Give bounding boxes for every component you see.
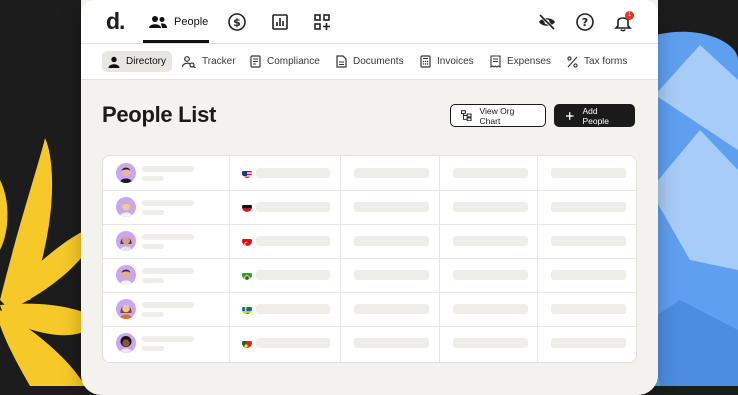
cell-placeholder: [551, 270, 626, 280]
table-row[interactable]: [103, 224, 636, 259]
avatar: [116, 265, 136, 285]
subnav-item-tax-forms[interactable]: Tax forms: [561, 51, 633, 72]
brazil-flag-icon: [242, 270, 252, 280]
subnav-label: Expenses: [507, 56, 551, 67]
cell-placeholder: [551, 202, 626, 212]
subtitle-placeholder: [142, 278, 164, 283]
people-table: [102, 155, 637, 363]
cell-placeholder: [551, 338, 626, 348]
svg-text:?: ?: [582, 16, 588, 29]
subnav-item-expenses[interactable]: Expenses: [484, 51, 557, 72]
percent-icon: [567, 56, 578, 68]
cell-placeholder: [354, 270, 429, 280]
cell-placeholder: [354, 236, 429, 246]
app-window: d. People $: [81, 0, 658, 395]
cell-placeholder: [354, 168, 429, 178]
name-placeholder: [142, 336, 194, 342]
svg-text:$: $: [233, 16, 241, 29]
turkey-flag-icon: [242, 236, 252, 246]
cell-placeholder: [453, 338, 528, 348]
dollar-circle-icon[interactable]: $: [227, 12, 247, 32]
subnav-label: Tax forms: [584, 56, 627, 67]
subnav-label: Directory: [126, 56, 166, 67]
name-placeholder: [142, 302, 194, 308]
bar-chart-icon[interactable]: [270, 12, 290, 32]
nav-item-label: People: [174, 16, 208, 28]
portugal-flag-icon: [242, 338, 252, 348]
table-row[interactable]: [103, 190, 636, 225]
people-icon: [149, 15, 167, 29]
table-row[interactable]: [103, 292, 636, 327]
cell-placeholder: [354, 304, 429, 314]
org-chart-icon: [461, 110, 472, 121]
table-row[interactable]: [103, 326, 636, 360]
view-org-chart-button[interactable]: View Org Chart: [450, 104, 546, 127]
subnav-item-compliance[interactable]: Compliance: [244, 51, 326, 72]
cell-placeholder: [551, 304, 626, 314]
cell-placeholder: [453, 236, 528, 246]
subtitle-placeholder: [142, 346, 164, 351]
malawi-flag-icon: [242, 202, 252, 212]
logo[interactable]: d.: [106, 8, 124, 35]
subtitle-placeholder: [142, 210, 164, 215]
cell-placeholder: [453, 168, 528, 178]
cell-placeholder: [453, 270, 528, 280]
top-navigation: d. People $: [81, 0, 658, 44]
avatar: [116, 299, 136, 319]
subnav-item-directory[interactable]: Directory: [102, 51, 172, 72]
subnav-label: Documents: [353, 56, 404, 67]
person-icon: [108, 56, 120, 68]
cell-placeholder: [256, 202, 330, 212]
apps-grid-icon[interactable]: [312, 12, 332, 32]
subnav-item-documents[interactable]: Documents: [330, 51, 410, 72]
avatar: [116, 197, 136, 217]
name-placeholder: [142, 268, 194, 274]
subtitle-placeholder: [142, 312, 164, 317]
cell-placeholder: [256, 304, 330, 314]
active-tab-indicator: [143, 40, 209, 43]
button-label: Add People: [582, 106, 624, 126]
document-icon: [336, 55, 347, 68]
cell-placeholder: [256, 236, 330, 246]
document-check-icon: [250, 55, 261, 68]
subnav-item-invoices[interactable]: Invoices: [414, 51, 480, 72]
cell-placeholder: [256, 338, 330, 348]
notification-badge: 1: [625, 11, 634, 20]
cell-placeholder: [256, 270, 330, 280]
avatar: [116, 333, 136, 353]
sub-navigation: Directory Tracker Compliance: [81, 44, 658, 80]
table-row[interactable]: [103, 156, 636, 191]
person-search-icon: [182, 56, 196, 68]
table-row[interactable]: [103, 258, 636, 293]
calculator-icon: [420, 55, 431, 68]
subtitle-placeholder: [142, 176, 164, 181]
subnav-item-tracker[interactable]: Tracker: [176, 51, 242, 72]
cell-placeholder: [453, 304, 528, 314]
name-placeholder: [142, 200, 194, 206]
us-flag-icon: [242, 168, 252, 178]
name-placeholder: [142, 166, 194, 172]
eye-off-icon[interactable]: [537, 12, 557, 32]
nav-item-people[interactable]: People: [149, 10, 208, 34]
add-people-button[interactable]: Add People: [554, 104, 635, 127]
cell-placeholder: [354, 338, 429, 348]
subnav-label: Compliance: [267, 56, 320, 67]
subnav-label: Invoices: [437, 56, 474, 67]
cell-placeholder: [551, 236, 626, 246]
cell-placeholder: [256, 168, 330, 178]
plus-icon: [565, 111, 574, 121]
help-circle-icon[interactable]: ?: [575, 12, 595, 32]
subnav-label: Tracker: [202, 56, 236, 67]
cell-placeholder: [453, 202, 528, 212]
sweden-flag-icon: [242, 304, 252, 314]
avatar: [116, 231, 136, 251]
receipt-icon: [490, 55, 501, 68]
page-title: People List: [102, 102, 216, 128]
name-placeholder: [142, 234, 194, 240]
button-label: View Org Chart: [480, 106, 535, 126]
subtitle-placeholder: [142, 244, 164, 249]
cell-placeholder: [551, 168, 626, 178]
cell-placeholder: [354, 202, 429, 212]
avatar: [116, 163, 136, 183]
